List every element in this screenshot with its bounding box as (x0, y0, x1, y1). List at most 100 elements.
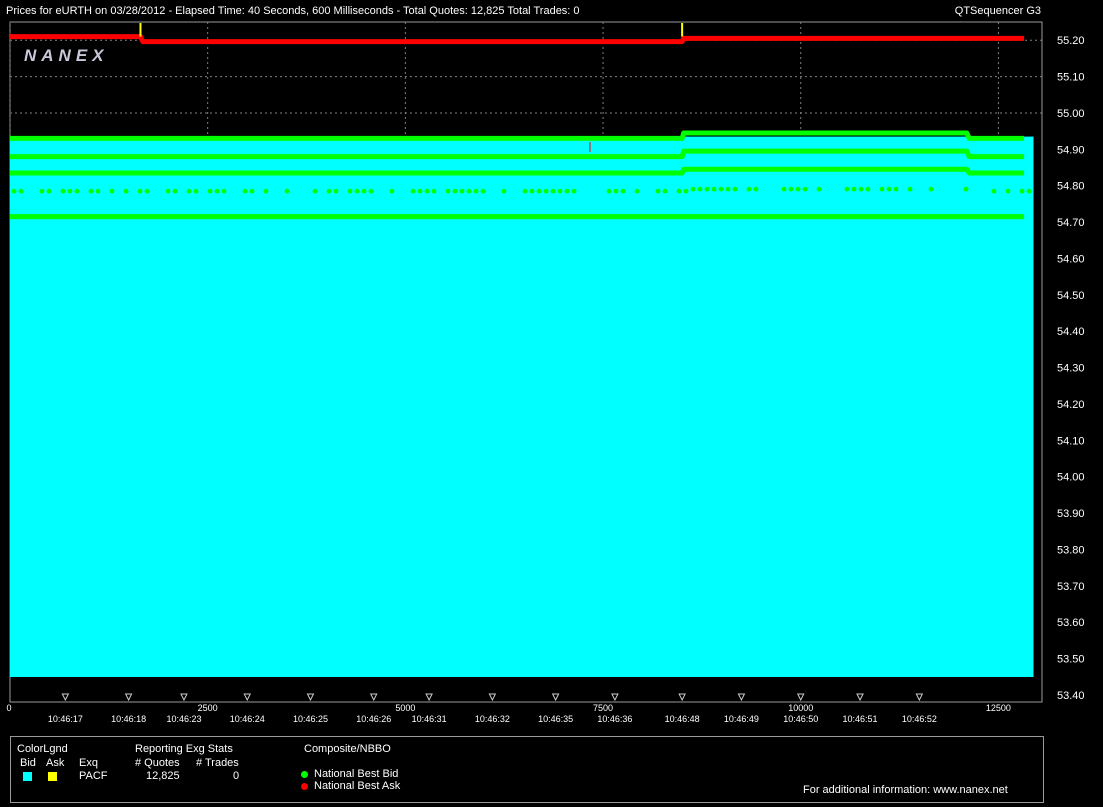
y-tick-label: 53.50 (1057, 654, 1085, 666)
quote-point (529, 188, 535, 194)
quote-point (704, 186, 710, 192)
quote-point (431, 188, 437, 194)
quote-point (550, 188, 556, 194)
y-tick-label: 53.60 (1057, 617, 1085, 629)
quote-point (480, 188, 486, 194)
quote-point (1026, 188, 1032, 194)
quote-point (844, 186, 850, 192)
quote-point (88, 188, 94, 194)
quote-point (445, 188, 451, 194)
quote-point (802, 186, 808, 192)
quote-point (697, 186, 703, 192)
trades-label: # Trades (196, 757, 239, 769)
y-tick-label: 54.70 (1057, 217, 1085, 229)
quote-point (60, 188, 66, 194)
quote-point (676, 188, 682, 194)
quote-point (795, 186, 801, 192)
quote-point (564, 188, 570, 194)
quote-point (193, 188, 199, 194)
color-legend-title: ColorLgnd (17, 743, 68, 755)
quote-point (11, 188, 17, 194)
app-name: QTSequencer G3 (955, 5, 1041, 17)
y-tick-label: 55.20 (1057, 35, 1085, 47)
quote-point (907, 186, 913, 192)
quote-point (858, 186, 864, 192)
bid-legend-label: Bid (20, 757, 36, 769)
quote-point (501, 188, 507, 194)
price-chart: Prices for eURTH on 03/28/2012 - Elapsed… (6, 5, 1085, 724)
quote-point (214, 188, 220, 194)
exchange-name: PACF (79, 770, 108, 782)
time-label: 10:46:50 (783, 714, 818, 724)
y-tick-label: 54.10 (1057, 435, 1085, 447)
y-tick-label: 54.90 (1057, 144, 1085, 156)
quotes-label: # Quotes (135, 757, 180, 769)
quote-point (683, 188, 689, 194)
quote-point (242, 188, 248, 194)
quote-point (284, 188, 290, 194)
quote-point (963, 186, 969, 192)
quote-point (725, 186, 731, 192)
quote-point (221, 188, 227, 194)
quote-point (781, 186, 787, 192)
quote-point (389, 188, 395, 194)
quote-point (74, 188, 80, 194)
quote-point (186, 188, 192, 194)
quote-point (662, 188, 668, 194)
quote-point (417, 188, 423, 194)
y-tick-label: 54.30 (1057, 363, 1085, 375)
time-label: 10:46:35 (538, 714, 573, 724)
quote-point (1005, 188, 1011, 194)
quote-point (144, 188, 150, 194)
quote-point (466, 188, 472, 194)
quote-point (816, 186, 822, 192)
quote-point (18, 188, 24, 194)
x-tick-label: 7500 (593, 703, 613, 713)
quote-point (123, 188, 129, 194)
quote-point (452, 188, 458, 194)
quote-point (109, 188, 115, 194)
quote-point (249, 188, 255, 194)
quote-point (753, 186, 759, 192)
national-best-ask-dot (301, 783, 308, 790)
x-tick-label: 5000 (395, 703, 415, 713)
composite-title: Composite/NBBO (304, 743, 391, 755)
quote-point (865, 186, 871, 192)
y-tick-label: 55.00 (1057, 108, 1085, 120)
y-tick-label: 53.70 (1057, 581, 1085, 593)
y-tick-label: 54.60 (1057, 253, 1085, 265)
national-best-bid-dot (301, 771, 308, 778)
time-label: 10:46:25 (293, 714, 328, 724)
quote-point (46, 188, 52, 194)
x-tick-label: 0 (6, 703, 11, 713)
quote-point (711, 186, 717, 192)
quote-point (137, 188, 143, 194)
quote-point (165, 188, 171, 194)
time-label: 10:46:48 (665, 714, 700, 724)
time-label: 10:46:32 (475, 714, 510, 724)
bid-color-swatch (23, 772, 32, 781)
quote-point (634, 188, 640, 194)
exq-legend-label: Exq (79, 757, 98, 769)
quote-point (851, 186, 857, 192)
quote-point (459, 188, 465, 194)
quote-point (536, 188, 542, 194)
quote-point (928, 186, 934, 192)
time-label: 10:46:23 (166, 714, 201, 724)
quote-point (886, 186, 892, 192)
quote-point (620, 188, 626, 194)
national-best-bid-label: National Best Bid (314, 768, 399, 780)
quote-point (326, 188, 332, 194)
time-label: 10:46:51 (843, 714, 878, 724)
national-best-ask-label: National Best Ask (314, 780, 401, 792)
quote-point (893, 186, 899, 192)
y-tick-label: 54.00 (1057, 472, 1085, 484)
time-label: 10:46:24 (230, 714, 265, 724)
quote-point (263, 188, 269, 194)
quote-point (39, 188, 45, 194)
quote-point (732, 186, 738, 192)
time-label: 10:46:18 (111, 714, 146, 724)
quote-point (718, 186, 724, 192)
y-tick-label: 54.80 (1057, 181, 1085, 193)
quote-point (522, 188, 528, 194)
